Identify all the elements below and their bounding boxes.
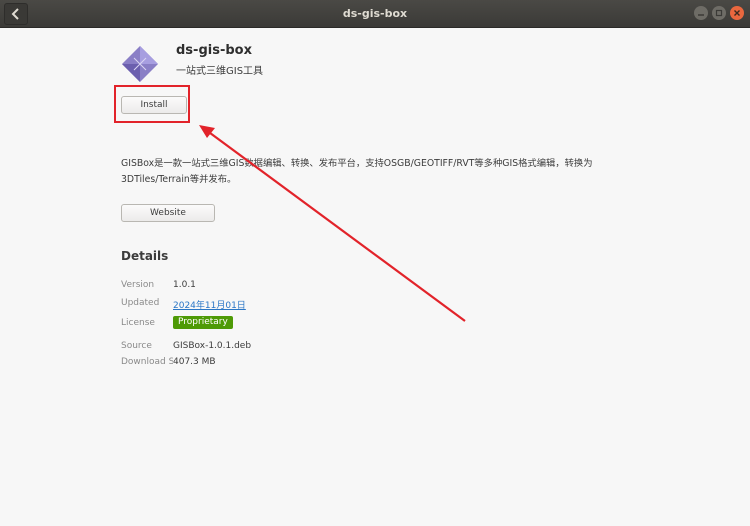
annotation-arrow <box>199 125 466 322</box>
